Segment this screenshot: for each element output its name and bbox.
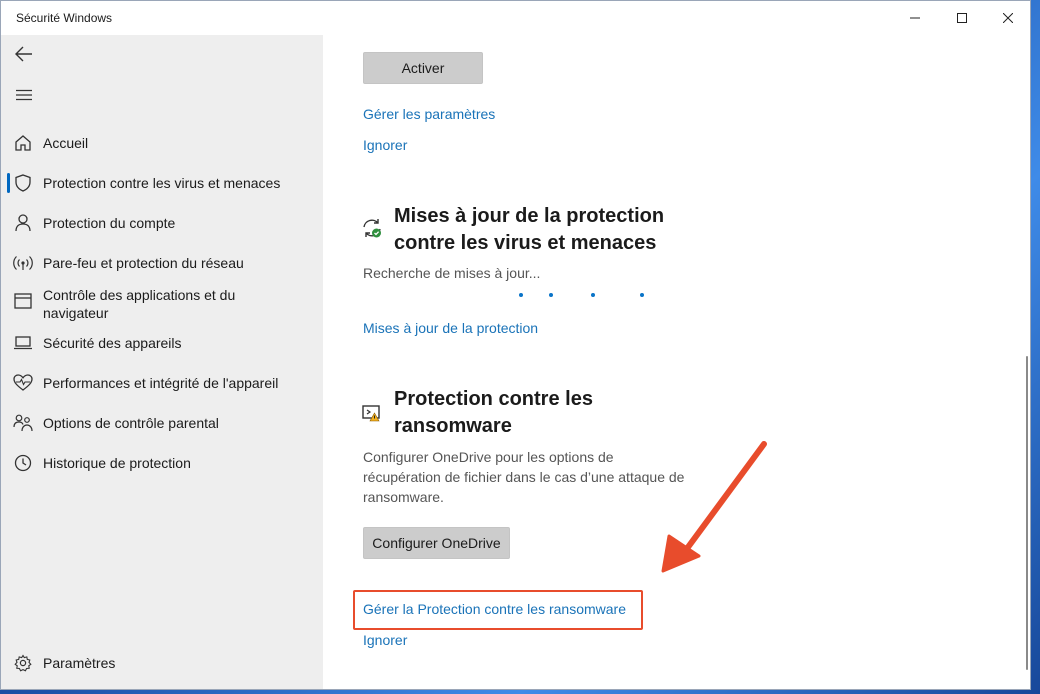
sidebar-item-label: Contrôle des applications et du navigate… (43, 287, 236, 321)
sidebar-item-label: Protection contre les virus et menaces (43, 175, 281, 191)
ransomware-folder-icon (361, 402, 383, 424)
ignore-link[interactable]: Ignorer (363, 137, 407, 153)
sidebar-item-label: Historique de protection (43, 455, 191, 471)
sidebar-item-firewall[interactable]: Pare-feu et protection du réseau (1, 243, 323, 283)
ransomware-description: Configurer OneDrive pour les options de … (363, 449, 685, 505)
configure-onedrive-button[interactable]: Configurer OneDrive (363, 527, 510, 559)
wifi-icon (13, 253, 33, 273)
close-icon (1003, 13, 1013, 23)
minimize-icon (910, 17, 920, 19)
close-button[interactable] (985, 1, 1030, 35)
sidebar-item-protection-history[interactable]: Historique de protection (1, 443, 323, 483)
sidebar-item-label: Pare-feu et protection du réseau (43, 255, 244, 271)
laptop-icon (13, 333, 33, 353)
manage-settings-link[interactable]: Gérer les paramètres (363, 106, 495, 122)
history-icon (13, 453, 33, 473)
loading-dot (519, 293, 523, 297)
annotation-highlight-box (353, 590, 643, 630)
sidebar-item-label: Options de contrôle parental (43, 415, 219, 431)
home-icon (13, 133, 33, 153)
sidebar-item-label: Performances et intégrité de l'appareil (43, 375, 279, 391)
maximize-icon (957, 13, 967, 23)
sidebar-item-account-protection[interactable]: Protection du compte (1, 203, 323, 243)
sidebar-item-label: Sécurité des appareils (43, 335, 182, 351)
heart-icon (13, 373, 33, 393)
sidebar-item-label: Protection du compte (43, 215, 176, 231)
update-sync-icon (361, 217, 383, 239)
vertical-scrollbar[interactable] (1026, 356, 1028, 670)
sidebar: Accueil Protection contre les virus et m… (1, 35, 323, 689)
loading-dot (591, 293, 595, 297)
back-arrow-icon (15, 46, 32, 62)
sidebar-item-accueil[interactable]: Accueil (1, 123, 323, 163)
sidebar-item-device-performance[interactable]: Performances et intégrité de l'appareil (1, 363, 323, 403)
updates-section-title: Mises à jour de la protection contre les… (394, 205, 665, 254)
menu-button[interactable] (9, 80, 39, 110)
shield-icon (13, 173, 33, 193)
sidebar-item-label: Accueil (43, 135, 89, 151)
minimize-button[interactable] (892, 1, 938, 35)
title-bar: Sécurité Windows (1, 1, 1030, 35)
back-button[interactable] (9, 39, 39, 69)
sidebar-item-app-browser-control[interactable]: Contrôle des applications et du navigate… (1, 283, 323, 327)
gear-icon (13, 653, 33, 673)
browser-icon (13, 291, 33, 311)
security-window: Sécurité Windows Accueil Protection cont… (0, 0, 1031, 690)
family-icon (13, 413, 33, 433)
activate-button[interactable]: Activer (363, 52, 483, 84)
sidebar-item-parental-options[interactable]: Options de contrôle parental (1, 403, 323, 443)
protection-updates-link[interactable]: Mises à jour de la protection (363, 320, 538, 336)
ignore-ransomware-link[interactable]: Ignorer (363, 632, 407, 648)
maximize-button[interactable] (939, 1, 985, 35)
sidebar-item-virus-protection[interactable]: Protection contre les virus et menaces (1, 163, 323, 203)
sidebar-item-settings[interactable]: Paramètres (1, 643, 323, 683)
person-icon (13, 213, 33, 233)
updates-status-text: Recherche de mises à jour... (363, 265, 541, 281)
loading-dot (640, 293, 644, 297)
window-title: Sécurité Windows (16, 11, 113, 25)
sidebar-item-device-security[interactable]: Sécurité des appareils (1, 323, 323, 363)
hamburger-menu-icon (16, 89, 32, 101)
ransomware-section-title: Protection contre les ransomware (394, 388, 593, 437)
loading-dot (549, 293, 553, 297)
annotation-arrow-icon (661, 441, 767, 573)
sidebar-item-label: Paramètres (43, 655, 116, 671)
